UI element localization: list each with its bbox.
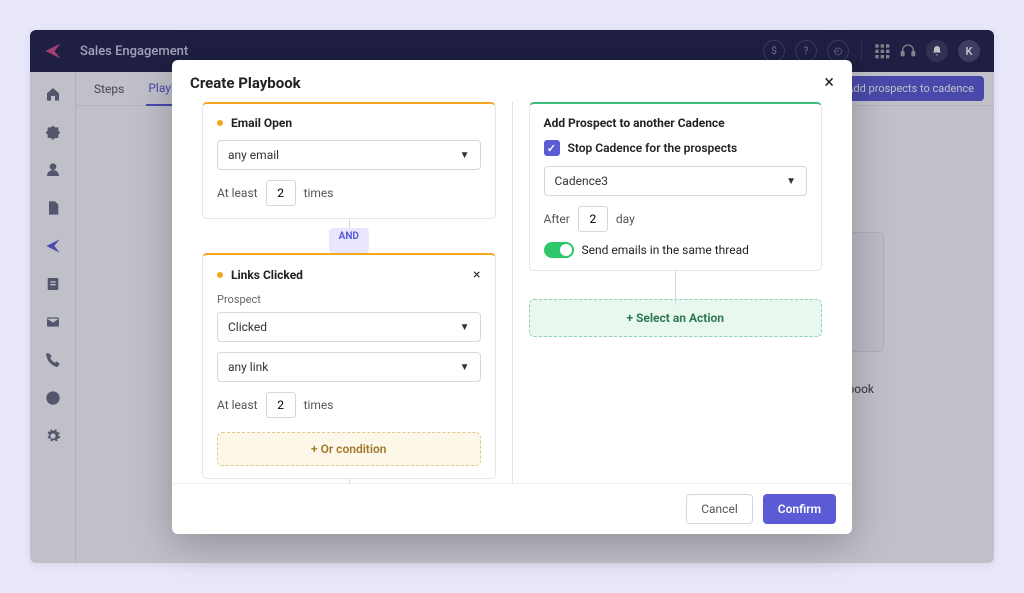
email-select-value: any email bbox=[228, 148, 279, 162]
email-open-card: Email Open any email ▼ At least times bbox=[202, 102, 496, 219]
stop-cadence-checkbox[interactable]: ✓ bbox=[544, 140, 560, 156]
remove-condition-icon[interactable]: × bbox=[473, 267, 480, 283]
and-pill: AND bbox=[329, 228, 369, 253]
modal-footer: Cancel Confirm bbox=[172, 483, 852, 534]
clicked-select-value: Clicked bbox=[228, 320, 267, 334]
clicked-select[interactable]: Clicked ▼ bbox=[217, 312, 481, 342]
cadence-select-value: Cadence3 bbox=[555, 174, 608, 188]
modal-header: Create Playbook × bbox=[172, 60, 852, 102]
times-label: times bbox=[304, 186, 334, 200]
link-select[interactable]: any link ▼ bbox=[217, 352, 481, 382]
chevron-down-icon: ▼ bbox=[460, 150, 470, 161]
chevron-down-icon: ▼ bbox=[460, 322, 470, 333]
after-days-input[interactable] bbox=[578, 206, 608, 232]
close-icon[interactable]: × bbox=[824, 74, 834, 92]
email-select[interactable]: any email ▼ bbox=[217, 140, 481, 170]
add-prospect-title: Add Prospect to another Cadence bbox=[544, 116, 725, 130]
add-prospect-card: Add Prospect to another Cadence ✓ Stop C… bbox=[529, 102, 823, 271]
prospect-label: Prospect bbox=[217, 293, 481, 306]
cancel-button[interactable]: Cancel bbox=[686, 494, 753, 524]
stop-cadence-label: Stop Cadence for the prospects bbox=[568, 141, 738, 155]
cadence-select[interactable]: Cadence3 ▼ bbox=[544, 166, 808, 196]
after-label: After bbox=[544, 212, 570, 226]
confirm-button[interactable]: Confirm bbox=[763, 494, 836, 524]
links-clicked-title: Links Clicked bbox=[231, 268, 303, 282]
day-label: day bbox=[616, 212, 635, 226]
links-clicked-count-input[interactable] bbox=[266, 392, 296, 418]
connector bbox=[202, 479, 496, 483]
same-thread-label: Send emails in the same thread bbox=[582, 243, 749, 257]
modal-title: Create Playbook bbox=[190, 74, 301, 92]
connector bbox=[529, 271, 823, 305]
chevron-down-icon: ▼ bbox=[460, 362, 470, 373]
at-least-label: At least bbox=[217, 398, 258, 412]
email-open-count-input[interactable] bbox=[266, 180, 296, 206]
actions-column: Add Prospect to another Cadence ✓ Stop C… bbox=[513, 102, 839, 483]
times-label: times bbox=[304, 398, 334, 412]
chevron-down-icon: ▼ bbox=[786, 176, 796, 187]
status-dot bbox=[217, 120, 223, 126]
or-condition-button[interactable]: + Or condition bbox=[217, 432, 481, 466]
conditions-column: Email Open any email ▼ At least times AN… bbox=[186, 102, 513, 483]
connector-and: AND bbox=[202, 219, 496, 253]
links-clicked-card: Links Clicked × Prospect Clicked ▼ any l… bbox=[202, 253, 496, 479]
status-dot bbox=[217, 272, 223, 278]
link-select-value: any link bbox=[228, 360, 268, 374]
create-playbook-modal: Create Playbook × Email Open any email ▼… bbox=[172, 60, 852, 534]
at-least-label: At least bbox=[217, 186, 258, 200]
same-thread-toggle[interactable] bbox=[544, 242, 574, 258]
email-open-title: Email Open bbox=[231, 116, 292, 130]
